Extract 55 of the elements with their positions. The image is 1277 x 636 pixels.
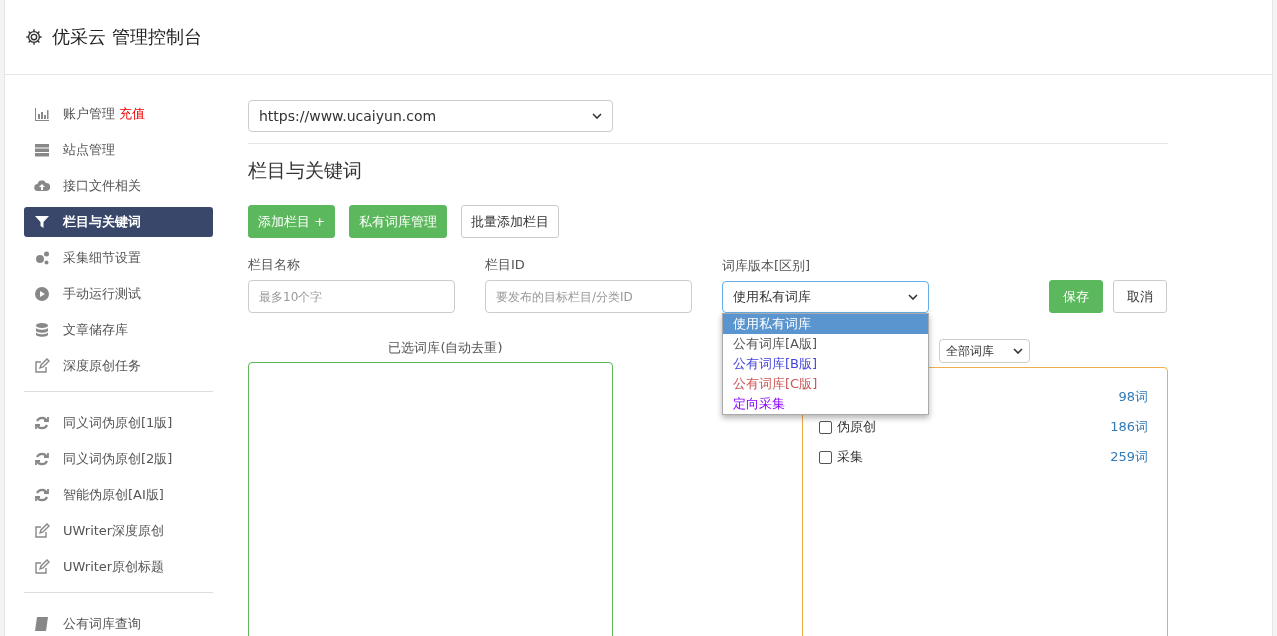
checkbox[interactable]: [819, 420, 832, 434]
edit-icon: [34, 358, 50, 374]
sidebar-item[interactable]: 接口文件相关: [24, 171, 213, 201]
library-name: 采集: [837, 449, 863, 464]
sidebar-item[interactable]: 同义词伪原创[1版]: [24, 408, 213, 438]
chevron-icon: [908, 294, 918, 300]
chevron-icon: [1013, 348, 1023, 354]
refresh-icon: [34, 487, 50, 503]
sidebar-item[interactable]: UWriter深度原创: [24, 516, 213, 546]
database-icon: [34, 322, 50, 338]
id-field[interactable]: 要发布的目标栏目/分类ID: [485, 280, 692, 313]
edit-icon: [34, 523, 50, 539]
word-count[interactable]: 259词: [1110, 448, 1148, 466]
sidebar-item[interactable]: 采集细节设置: [24, 243, 213, 273]
section-heading: 栏目与关键词: [248, 158, 363, 183]
sidebar-item[interactable]: 手动运行测试: [24, 279, 213, 309]
panel-label: 已选词库(自动去重): [388, 339, 503, 357]
server-icon: [34, 142, 50, 158]
console-title: 优采云 管理控制台: [52, 25, 202, 49]
library-name: 伪原创: [837, 419, 876, 434]
chevron-icon: [592, 113, 602, 119]
edit-icon: [34, 559, 50, 575]
sidebar-item[interactable]: 文章储存库: [24, 315, 213, 345]
sidebar-item[interactable]: 同义词伪原创[2版]: [24, 444, 213, 474]
field-label: 栏目ID: [485, 256, 526, 274]
site-select[interactable]: https://www.ucaiyun.com: [248, 100, 613, 132]
chart-icon: [34, 106, 50, 122]
sidebar-item[interactable]: 智能伪原创[AI版]: [24, 480, 213, 510]
play-icon: [34, 286, 50, 302]
word-count[interactable]: 98词: [1118, 388, 1148, 406]
word-count[interactable]: 186词: [1110, 418, 1148, 436]
settings-icon: [25, 28, 43, 46]
field-label: 词库版本[区别]: [722, 257, 812, 275]
cloud-icon: [34, 178, 50, 194]
sidebar-item[interactable]: 深度原创任务: [24, 351, 213, 381]
sidebar-item[interactable]: 账户管理 充值: [24, 99, 213, 129]
sidebar-item[interactable]: 栏目与关键词: [24, 207, 213, 237]
field-label: 栏目名称: [248, 256, 301, 274]
cancel-button[interactable]: 取消: [1113, 280, 1167, 313]
dropdown-option[interactable]: 公有词库[C版]: [723, 374, 928, 394]
name-field[interactable]: 最多10个字: [248, 280, 455, 313]
refresh-icon: [34, 415, 50, 431]
action-button[interactable]: 批量添加栏目: [461, 205, 560, 238]
filter-icon: [34, 214, 50, 230]
sidebar-item[interactable]: 公有词库查询: [24, 609, 213, 636]
library-select[interactable]: 使用私有词库: [722, 281, 929, 313]
dropdown-option[interactable]: 定向采集: [723, 394, 928, 414]
refresh-icon: [34, 451, 50, 467]
recharge-link[interactable]: 充值: [119, 105, 145, 123]
sidebar-item[interactable]: UWriter原创标题: [24, 552, 213, 582]
checkbox[interactable]: [819, 450, 832, 464]
sidebar-item[interactable]: 站点管理: [24, 135, 213, 165]
dropdown-option[interactable]: 公有词库[A版]: [723, 334, 928, 354]
dropdown-option[interactable]: 公有词库[B版]: [723, 354, 928, 374]
library-filter-select[interactable]: 全部词库: [939, 339, 1030, 363]
